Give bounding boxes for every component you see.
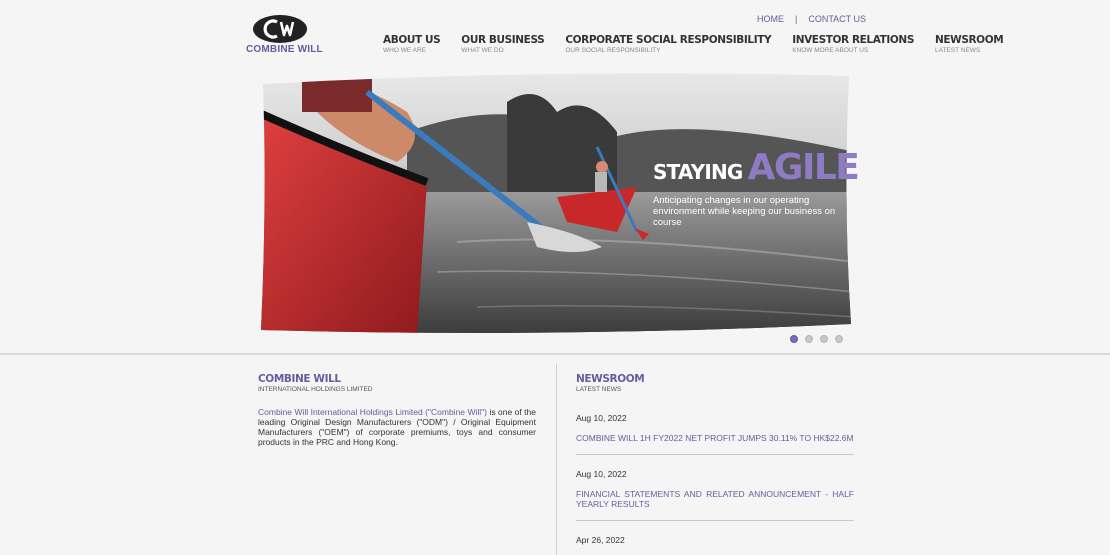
about-title: COMBINE WILL [258,373,341,385]
news-item: Aug 10, 2022 FINANCIAL STATEMENTS AND RE… [576,469,854,521]
newsroom-section: NEWSROOM LATEST NEWS Aug 10, 2022 COMBIN… [576,373,854,545]
news-date: Aug 10, 2022 [576,469,627,479]
main-nav: ABOUT US WHO WE ARE OUR BUSINESS WHAT WE… [383,34,1004,55]
newsroom-subtitle: LATEST NEWS [576,386,622,393]
nav-item-newsroom[interactable]: NEWSROOM LATEST NEWS [934,34,1004,55]
nav-sublabel: LATEST NEWS [934,47,981,54]
cw-monogram-icon [253,15,307,43]
slider-dot-1[interactable] [790,335,798,343]
nav-sublabel: WHO WE ARE [383,47,426,54]
top-links: HOME | CONTACT US [757,14,866,24]
slider-dot-2[interactable] [805,335,813,343]
home-link[interactable]: HOME [757,14,784,24]
about-subtitle: INTERNATIONAL HOLDINGS LIMITED [258,386,373,393]
contact-link[interactable]: CONTACT US [808,14,866,24]
slogan-subtext: Anticipating changes in our operating en… [653,195,836,228]
nav-sublabel: WHAT WE DO [461,47,504,54]
section-divider [0,353,1110,355]
news-item: Apr 26, 2022 [576,535,854,545]
news-date: Apr 26, 2022 [576,535,625,545]
news-item: Aug 10, 2022 COMBINE WILL 1H FY2022 NET … [576,413,854,455]
slogan-agile: AGILE [747,147,860,188]
newsroom-title: NEWSROOM [576,373,645,385]
brand-name: COMBINE WILL [246,44,323,55]
slider-dot-4[interactable] [835,335,843,343]
banner-slogan: STAYING AGILE Anticipating changes in our… [653,147,863,229]
column-divider [556,364,557,555]
top-links-separator: | [794,14,798,24]
about-intro-highlight: Combine Will International Holdings Limi… [258,407,488,417]
news-title-link[interactable]: COMBINE WILL 1H FY2022 NET PROFIT JUMPS … [576,433,854,443]
nav-item-csr[interactable]: CORPORATE SOCIAL RESPONSIBILITY OUR SOCI… [565,34,771,55]
nav-label: ABOUT US [383,34,441,46]
news-date: Aug 10, 2022 [576,413,627,423]
about-intro: Combine Will International Holdings Limi… [258,407,536,447]
news-title-link[interactable]: FINANCIAL STATEMENTS AND RELATED ANNOUNC… [576,489,854,509]
slider-dots [790,335,843,343]
about-section: COMBINE WILL INTERNATIONAL HOLDINGS LIMI… [258,373,536,447]
slider-dot-3[interactable] [820,335,828,343]
slogan-staying: STAYING [653,160,743,184]
nav-sublabel: KNOW MORE ABOUT US [792,47,869,54]
nav-item-investor-relations[interactable]: INVESTOR RELATIONS KNOW MORE ABOUT US [792,34,914,55]
logo[interactable]: COMBINE WILL [246,14,323,56]
news-list: Aug 10, 2022 COMBINE WILL 1H FY2022 NET … [576,413,854,545]
nav-label: OUR BUSINESS [461,34,545,46]
nav-label: INVESTOR RELATIONS [792,34,914,46]
nav-item-about-us[interactable]: ABOUT US WHO WE ARE [383,34,441,55]
nav-label: NEWSROOM [934,34,1004,46]
nav-sublabel: OUR SOCIAL RESPONSIBILITY [565,47,661,54]
nav-label: CORPORATE SOCIAL RESPONSIBILITY [565,34,772,46]
nav-item-our-business[interactable]: OUR BUSINESS WHAT WE DO [461,34,544,55]
